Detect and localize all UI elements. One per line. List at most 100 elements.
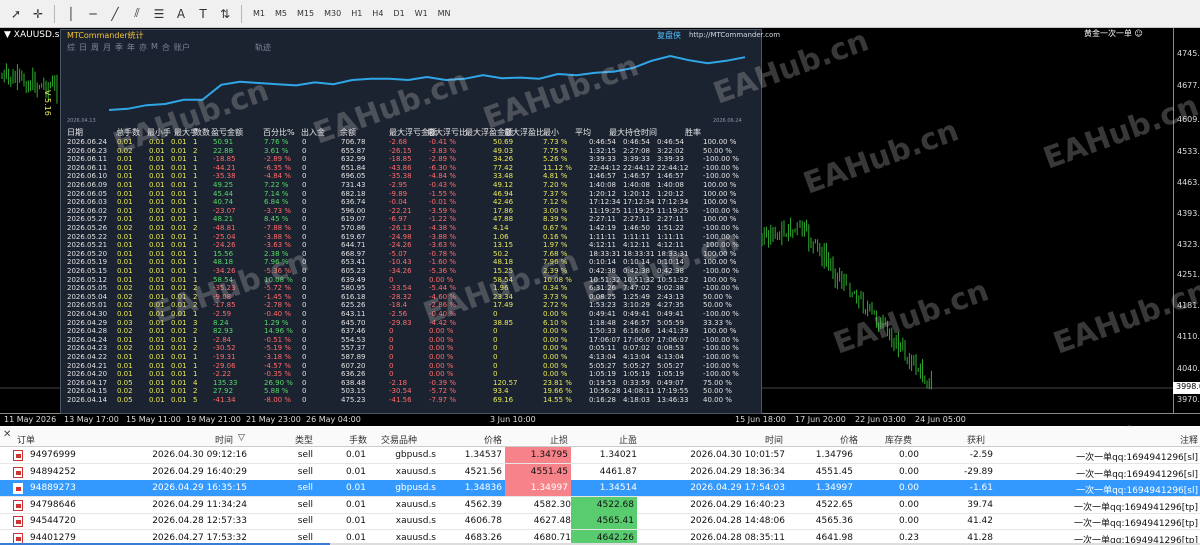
stats-cell: 0 xyxy=(493,335,498,344)
sort-indicator-icon[interactable]: ▽ xyxy=(238,433,245,443)
stats-cell: -1.45 % xyxy=(264,292,291,301)
trade-row[interactable]: 94894252 2026.04.29 16:40:29 sell 0.01 xauus… xyxy=(0,463,1200,481)
stats-cell: 42.46 xyxy=(493,198,514,207)
col-header-9[interactable]: 价格 xyxy=(840,433,858,446)
stats-cell: 2:46:57 xyxy=(623,318,650,327)
timeframe-h1[interactable]: H1 xyxy=(346,6,367,21)
horizontal-line-icon[interactable]: ─ xyxy=(83,4,103,24)
timeframe-m15[interactable]: M15 xyxy=(292,6,319,21)
fibonacci-icon[interactable]: ☰ xyxy=(149,4,169,24)
stats-cell: 6:16:06 xyxy=(623,327,650,336)
stats-cell: -4.84 % xyxy=(429,172,456,181)
stats-cell: 0:05:11 xyxy=(589,344,616,353)
timeframe-w1[interactable]: W1 xyxy=(410,6,433,21)
timeframe-m5[interactable]: M5 xyxy=(270,6,292,21)
stats-cell: -9.89 xyxy=(389,189,408,198)
timeframe-mn[interactable]: MN xyxy=(433,6,456,21)
stats-cell: 5:05:27 xyxy=(657,361,684,370)
stats-header-col: 百分比% xyxy=(263,128,295,137)
stats-cell: -35.38 xyxy=(389,172,412,181)
trade-order: 94889273 xyxy=(30,483,76,493)
trade-history-table: ✕ 订单 时间 类型 手数 交易品种 价格 止损 止盈 时间 价格 库存费 获利 注释 ▽ 9497699… xyxy=(0,427,1200,545)
tab-5[interactable]: 年 xyxy=(127,42,135,53)
col-header-0[interactable]: 订单 xyxy=(17,433,35,446)
col-header-8[interactable]: 时间 xyxy=(765,433,783,446)
tab-2[interactable]: 周 xyxy=(91,42,99,53)
stats-cell: 27.92 xyxy=(213,387,234,396)
stats-cell: 0.01 xyxy=(171,146,187,155)
channel-icon[interactable]: ⫽ xyxy=(127,4,147,24)
trade-row[interactable]: 94544720 2026.04.28 12:57:33 sell 0.01 xauus… xyxy=(0,513,1200,530)
col-header-7[interactable]: 止盈 xyxy=(619,433,637,446)
price-scale[interactable]: 4745.04677.04609.04533.04463.04393.04323… xyxy=(1173,28,1200,413)
stats-cell: 587.89 xyxy=(341,353,366,361)
stats-cell: 5 xyxy=(193,396,198,404)
stats-cell: 2026.05.22 xyxy=(67,232,108,241)
stats-cell: 5.88 % xyxy=(264,387,289,396)
trade-row[interactable]: 94798646 2026.04.29 11:34:24 sell 0.01 xauus… xyxy=(0,496,1200,514)
trade-row[interactable]: 94889273 2026.04.29 16:35:15 sell 0.01 gbpus… xyxy=(0,480,1200,497)
tab-0[interactable]: 综 xyxy=(67,42,75,53)
label-tool-icon[interactable]: T xyxy=(193,4,213,24)
col-header-10[interactable]: 库存费 xyxy=(885,433,912,446)
timeframe-d1[interactable]: D1 xyxy=(388,6,409,21)
col-header-5[interactable]: 价格 xyxy=(484,433,502,446)
stats-cell: 0.01 xyxy=(171,249,187,258)
col-header-4[interactable]: 交易品种 xyxy=(381,433,417,446)
crosshair-icon[interactable]: ✛ xyxy=(28,4,48,24)
trade-row[interactable]: 94976999 2026.04.30 09:12:16 sell 0.01 gbpus… xyxy=(0,447,1200,464)
arrows-tool-icon[interactable]: ⇅ xyxy=(215,4,235,24)
trade-tp: 4461.87 xyxy=(599,466,637,477)
tab-4[interactable]: 季 xyxy=(115,42,123,53)
col-header-1[interactable]: 时间 xyxy=(215,433,233,446)
stats-header-col: 盈亏金额 xyxy=(211,128,243,137)
stats-cell: 2026.06.11 xyxy=(67,163,108,172)
stats-cell: 2026.05.15 xyxy=(67,267,108,275)
tab-6[interactable]: 亦 xyxy=(139,42,147,53)
timeframe-m1[interactable]: M1 xyxy=(248,6,270,21)
stats-cell: 0.01 xyxy=(171,241,187,250)
ea-label: 黄金一次一单 ☺ xyxy=(1084,29,1143,38)
trendline-icon[interactable]: ╱ xyxy=(105,4,125,24)
close-icon[interactable]: ✕ xyxy=(3,429,11,440)
text-tool-icon[interactable]: A xyxy=(171,4,191,24)
stats-row: 2026.04.17 0.05 0.01 0.01 4 135.33 26.90 % 0 638… xyxy=(61,379,761,387)
stats-cell: 0 xyxy=(302,310,307,318)
panel-url-link[interactable]: http://MTCommander.com xyxy=(689,31,780,39)
tab-3[interactable]: 月 xyxy=(103,42,111,53)
time-tick: 19 May 21:00 xyxy=(186,415,241,424)
trade-comment: 一次一单qq:1694941296[tp] xyxy=(1074,502,1198,513)
stats-cell: 1 xyxy=(193,370,198,379)
col-header-2[interactable]: 类型 xyxy=(295,433,313,446)
timeframe-m30[interactable]: M30 xyxy=(319,6,346,21)
trade-comment: 一次一单qq:1694941296[sl] xyxy=(1076,453,1198,463)
trade-swap: 0.00 xyxy=(898,466,919,477)
col-header-3[interactable]: 手数 xyxy=(349,433,367,446)
tab-1[interactable]: 日 xyxy=(79,42,87,53)
stats-cell: 5:05:27 xyxy=(589,361,616,370)
vertical-line-icon[interactable]: │ xyxy=(61,4,81,24)
stats-cell: 2026.06.02 xyxy=(67,206,108,215)
stats-cell: 0.16 % xyxy=(543,232,568,241)
timeframe-h4[interactable]: H4 xyxy=(367,6,388,21)
stats-cell: 0:49:07 xyxy=(657,378,684,387)
stats-cell: 0.02 xyxy=(117,301,133,310)
stats-cell: -5.07 xyxy=(389,249,408,258)
tab-8[interactable]: 合 xyxy=(162,42,170,53)
tab-trajectory[interactable]: 轨迹 xyxy=(255,42,271,53)
stats-cell: 4.81 % xyxy=(543,172,568,181)
timeframe-group: M1 M5 M15 M30 H1 H4 D1 W1 MN xyxy=(248,6,456,21)
stats-cell: 1:40:08 xyxy=(657,181,684,189)
col-header-6[interactable]: 止损 xyxy=(550,433,568,446)
price-tick: 4040.0 xyxy=(1177,364,1200,373)
stats-cell: 2026.05.26 xyxy=(67,224,108,232)
stats-cell: 1:05:19 xyxy=(623,370,650,379)
stats-row: 2026.04.24 0.01 0.01 0.01 1 -2.84 -0.51 % 0 554.… xyxy=(61,336,761,344)
tab-9[interactable]: 账户 xyxy=(174,42,190,53)
trade-order: 94544720 xyxy=(30,516,76,526)
col-header-12[interactable]: 注释 xyxy=(1180,433,1198,446)
cursor-icon[interactable]: ➚ xyxy=(6,4,26,24)
tab-7[interactable]: M xyxy=(151,42,158,53)
stats-cell: 2026.05.20 xyxy=(67,249,108,258)
col-header-11[interactable]: 获利 xyxy=(967,433,985,446)
